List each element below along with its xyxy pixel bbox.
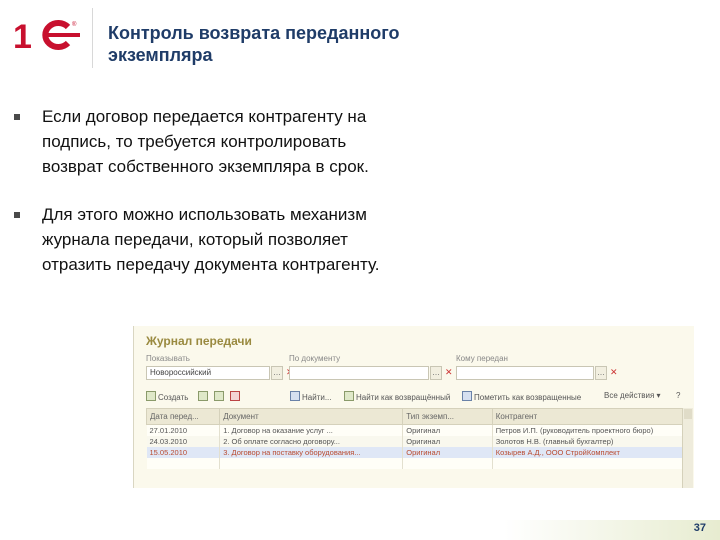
slide-title-line: экземпляра (108, 45, 213, 65)
create-icon (146, 391, 156, 401)
cell-counterparty: Козырев А.Д., ООО СтройКомплект (492, 447, 687, 458)
filter-show-select-button[interactable]: … (271, 366, 283, 380)
scrollbar-thumb[interactable] (684, 409, 692, 419)
header-divider (92, 8, 93, 68)
mark-returned-button[interactable]: Пометить как возвращенные (462, 391, 581, 402)
filter-label-show: Показывать (146, 354, 190, 363)
cell-counterparty: Петров И.П. (руководитель проектного бюр… (492, 424, 687, 436)
svg-text:®: ® (72, 21, 77, 28)
1c-logo-icon: 1 ® (13, 18, 80, 52)
mark-icon (462, 391, 472, 401)
set-returned-button[interactable]: Найти как возвращённый (344, 391, 450, 402)
svg-text:1: 1 (13, 18, 32, 52)
bullet-line: журнала передачи, который позволяет (42, 230, 348, 249)
find-button[interactable]: Найти... (290, 391, 332, 402)
slide-title: Контроль возврата переданного экземпляра (108, 22, 528, 66)
column-header-type[interactable]: Тип экземп... (402, 408, 493, 425)
table-header-row: Дата перед... Документ Тип экземп... Кон… (145, 408, 687, 425)
set-returned-label: Найти как возвращённый (356, 393, 451, 402)
bullet-line: подпись, то требуется контролировать (42, 132, 347, 151)
cell-document: 2. Об оплате согласно договору... (219, 436, 404, 447)
filter-recipient-select-button[interactable]: … (595, 366, 607, 380)
window-title: Журнал передачи (146, 334, 252, 348)
cell-document: 1. Договор на оказание услуг ... (219, 424, 404, 436)
search-icon (290, 391, 300, 401)
bullet-square-icon (14, 114, 20, 120)
page-number: 37 (693, 522, 706, 534)
filter-document-select-button[interactable]: … (430, 366, 442, 380)
cell-type: Оригинал (402, 424, 493, 436)
cell-type: Оригинал (402, 436, 493, 447)
create-label: Создать (158, 393, 189, 402)
cell-document: 3. Договор на поставку оборудования... (219, 447, 404, 458)
cell-date: 24.03.2010 (146, 436, 221, 447)
transfer-journal-window: Журнал передачи Показывать Новороссийски… (133, 326, 694, 488)
bullet-list: Если договор передается контрагенту на п… (14, 104, 494, 300)
journal-table: Дата перед... Документ Тип экземп... Кон… (145, 408, 687, 469)
edit-icon (214, 391, 224, 401)
cell-date: 27.01.2010 (146, 424, 221, 436)
filter-document-field[interactable] (289, 366, 429, 380)
table-row[interactable]: 27.01.2010 1. Договор на оказание услуг … (146, 424, 687, 436)
footer-bar (0, 520, 720, 540)
bullet-line: Если договор передается контрагенту на (42, 107, 367, 126)
bullet-line: отразить передачу документа контрагенту. (42, 255, 380, 274)
column-header-date[interactable]: Дата перед... (145, 408, 221, 425)
delete-icon-button[interactable] (230, 391, 242, 402)
table-row-selected[interactable]: 15.05.2010 3. Договор на поставку оборуд… (146, 447, 687, 458)
filter-label-recipient: Кому передан (456, 354, 508, 363)
filter-label-document: По документу (289, 354, 341, 363)
table-row[interactable]: 24.03.2010 2. Об оплате согласно договор… (146, 436, 687, 447)
slide-title-line: Контроль возврата переданного (108, 23, 400, 43)
cell-type: Оригинал (402, 447, 493, 458)
filter-recipient-field[interactable] (456, 366, 594, 380)
all-actions-menu[interactable]: Все действия ▾ (604, 391, 661, 400)
cell-counterparty: Золотов Н.В. (главный бухгалтер) (492, 436, 687, 447)
filter-show-field[interactable]: Новороссийский (146, 366, 270, 380)
bullet-line: Для этого можно использовать механизм (42, 205, 367, 224)
copy-icon-button[interactable] (198, 391, 210, 402)
help-icon[interactable]: ? (676, 391, 680, 400)
journal-toolbar: Создать Найти... Найти как возвращённый … (144, 388, 689, 406)
all-actions-label: Все действия (604, 391, 655, 400)
delete-icon (230, 391, 240, 401)
copy-icon (198, 391, 208, 401)
bullet-square-icon (14, 212, 20, 218)
mark-returned-label: Пометить как возвращенные (474, 393, 582, 402)
bullet-item: Если договор передается контрагенту на п… (14, 104, 494, 179)
returned-icon (344, 391, 354, 401)
column-header-document[interactable]: Документ (219, 408, 404, 425)
bullet-line: возврат собственного экземпляра в срок. (42, 157, 369, 176)
table-row-empty (146, 458, 687, 469)
edit-icon-button[interactable] (214, 391, 226, 402)
column-header-counterparty[interactable]: Контрагент (491, 408, 687, 425)
filter-recipient-clear-icon[interactable]: ✕ (610, 367, 618, 378)
table-scrollbar[interactable] (682, 408, 693, 488)
bullet-item: Для этого можно использовать механизм жу… (14, 202, 494, 277)
filter-document-clear-icon[interactable]: ✕ (445, 367, 453, 378)
find-label: Найти... (302, 393, 332, 402)
create-button[interactable]: Создать (146, 391, 188, 402)
cell-date: 15.05.2010 (146, 447, 221, 458)
